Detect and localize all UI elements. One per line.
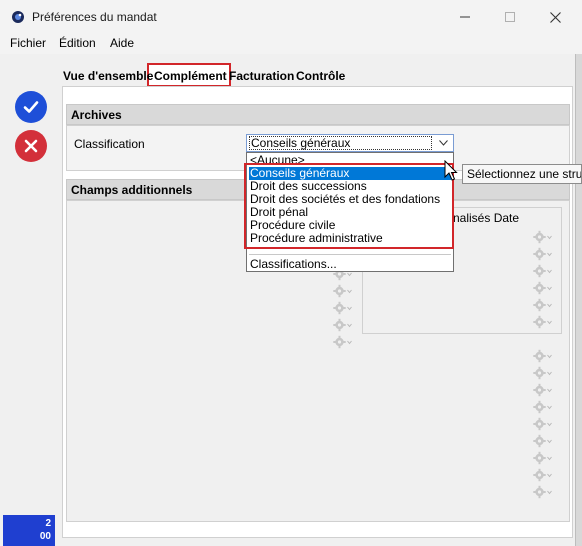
combobox-selected-value: Conseils généraux	[249, 136, 432, 150]
gear-dropdown-icon[interactable]	[533, 349, 553, 363]
cancel-button[interactable]	[15, 130, 47, 162]
gear-dropdown-icon[interactable]	[533, 400, 553, 414]
gear-dropdown-icon[interactable]	[533, 468, 553, 482]
gear-dropdown-icon[interactable]	[533, 264, 553, 278]
close-icon	[549, 11, 561, 23]
left-action-panel	[0, 54, 55, 546]
gear-dropdown-icon[interactable]	[533, 383, 553, 397]
gear-dropdown-icon[interactable]	[533, 247, 553, 261]
gear-dropdown-icon[interactable]	[533, 315, 553, 329]
right-edge-panel	[575, 54, 582, 546]
menu-fichier[interactable]: Fichier	[10, 36, 46, 50]
chevron-down-icon	[438, 140, 448, 146]
minimize-icon	[460, 16, 470, 18]
minimize-button[interactable]	[453, 6, 477, 28]
gear-dropdown-icon[interactable]	[333, 301, 353, 315]
combobox-toggle[interactable]	[435, 136, 451, 150]
gear-dropdown-icon[interactable]	[533, 451, 553, 465]
close-window-button[interactable]	[543, 6, 567, 28]
confirm-button[interactable]	[15, 91, 47, 123]
app-logo-icon	[12, 11, 24, 23]
tab-facturation[interactable]: Facturation	[229, 67, 294, 85]
window-title: Préférences du mandat	[32, 10, 157, 24]
counter-line1: 2	[45, 518, 51, 529]
counter-badge: 2 00	[3, 515, 55, 546]
mouse-cursor-icon	[444, 160, 458, 181]
gear-dropdown-icon[interactable]	[533, 281, 553, 295]
archives-header: Archives	[66, 104, 570, 125]
maximize-icon	[505, 12, 515, 22]
gear-dropdown-icon[interactable]	[533, 298, 553, 312]
champs-date-label: nalisés Date	[453, 211, 520, 225]
options-highlight-outline	[244, 163, 454, 249]
gear-dropdown-icon[interactable]	[333, 284, 353, 298]
tab-controle[interactable]: Contrôle	[296, 67, 345, 85]
gear-dropdown-icon[interactable]	[333, 335, 353, 349]
tab-vue-ensemble[interactable]: Vue d'ensemble	[63, 67, 153, 85]
check-circle-icon	[23, 101, 39, 113]
x-circle-icon	[24, 139, 38, 153]
gear-dropdown-icon[interactable]	[533, 230, 553, 244]
menu-aide[interactable]: Aide	[110, 36, 134, 50]
dropdown-manage-classifications[interactable]: Classifications...	[249, 258, 451, 271]
title-bar: Préférences du mandat	[0, 0, 582, 34]
menu-edition[interactable]: Édition	[59, 36, 96, 50]
menu-bar: Fichier Édition Aide	[0, 34, 582, 54]
tab-complement[interactable]: Complément	[154, 67, 227, 85]
gear-dropdown-icon[interactable]	[533, 485, 553, 499]
classification-combobox[interactable]: Conseils généraux	[246, 134, 454, 152]
counter-line2: 00	[39, 531, 51, 542]
dropdown-separator	[249, 254, 451, 255]
gear-dropdown-icon[interactable]	[533, 366, 553, 380]
tooltip: Sélectionnez une struc	[462, 164, 582, 184]
gear-dropdown-icon[interactable]	[533, 417, 553, 431]
maximize-button[interactable]	[498, 6, 522, 28]
gear-dropdown-icon[interactable]	[533, 434, 553, 448]
classification-label: Classification	[74, 137, 145, 151]
gear-dropdown-icon[interactable]	[333, 318, 353, 332]
